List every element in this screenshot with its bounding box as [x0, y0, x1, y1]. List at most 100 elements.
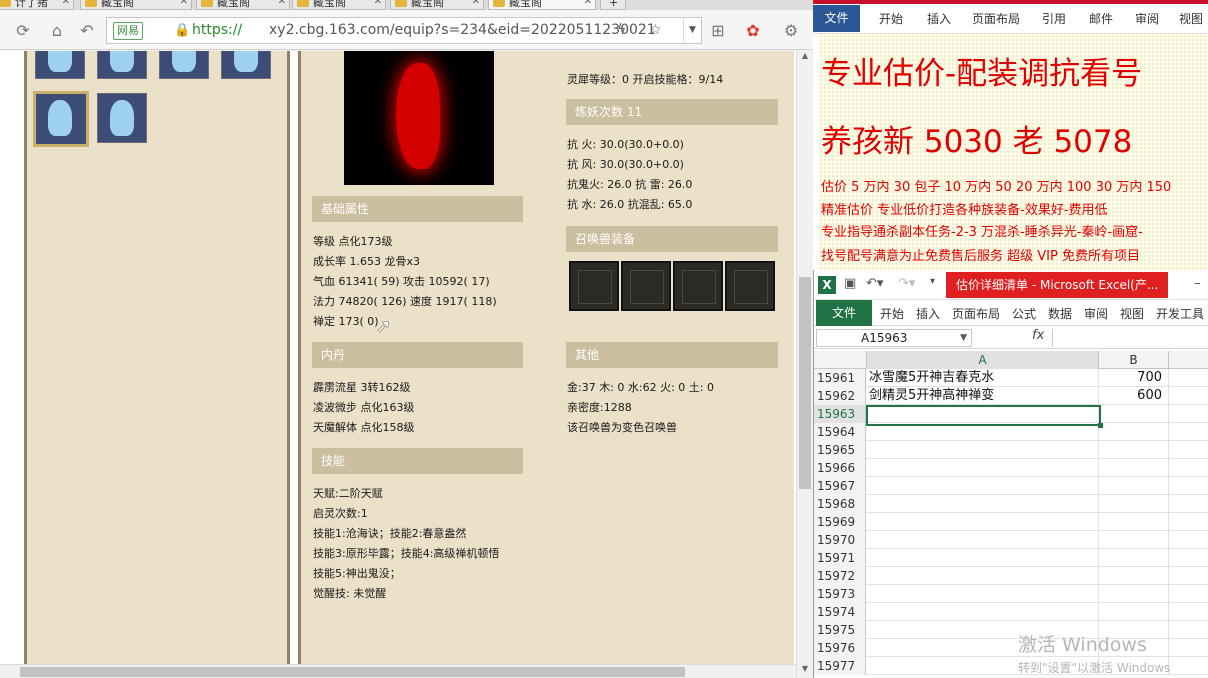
- browser-tab[interactable]: 藏宝阁 ✕: [196, 0, 290, 10]
- redo-icon[interactable]: ↷▾: [898, 276, 915, 291]
- excel-tab-data[interactable]: 数据: [1048, 305, 1072, 322]
- excel-tab-home[interactable]: 开始: [880, 305, 904, 322]
- cell-a[interactable]: [867, 549, 1099, 567]
- save-icon[interactable]: ▣: [844, 276, 856, 291]
- tools-icon[interactable]: ⚙: [780, 20, 802, 42]
- grid-icon[interactable]: ⊞: [707, 20, 729, 42]
- dropdown-icon[interactable]: ▼: [683, 18, 701, 43]
- close-icon[interactable]: ✕: [472, 0, 480, 8]
- row-number[interactable]: 15976: [814, 639, 866, 657]
- cell-a[interactable]: [867, 459, 1099, 477]
- security-badge[interactable]: 网易: [113, 22, 143, 40]
- formula-input[interactable]: [1052, 329, 1208, 347]
- word-tab-insert[interactable]: 插入: [927, 10, 951, 27]
- home-icon[interactable]: ⌂: [46, 20, 68, 42]
- cell-a[interactable]: [867, 585, 1099, 603]
- row-number[interactable]: 15966: [814, 459, 866, 477]
- cell-b[interactable]: [1099, 477, 1169, 495]
- new-tab-button[interactable]: +: [600, 0, 626, 10]
- horizontal-scrollbar[interactable]: [0, 664, 796, 678]
- row-number[interactable]: 15967: [814, 477, 866, 495]
- pet-equip-slot[interactable]: [569, 261, 619, 311]
- row-number[interactable]: 15977: [814, 657, 866, 675]
- cell-a[interactable]: [867, 567, 1099, 585]
- close-icon[interactable]: ✕: [278, 0, 286, 8]
- cell-b[interactable]: [1099, 531, 1169, 549]
- row-number[interactable]: 15964: [814, 423, 866, 441]
- browser-tab[interactable]: 藏宝阁 ✕: [390, 0, 484, 10]
- close-icon[interactable]: ✕: [62, 0, 70, 8]
- active-cell-selection[interactable]: [866, 405, 1103, 428]
- cell-a[interactable]: [867, 477, 1099, 495]
- row-number[interactable]: 15973: [814, 585, 866, 603]
- row-number[interactable]: 15961: [814, 369, 866, 387]
- vertical-scrollbar[interactable]: ▲ ▼: [796, 51, 813, 678]
- name-box[interactable]: A15963 ▼: [816, 329, 972, 347]
- excel-tab-file[interactable]: 文件: [816, 300, 872, 326]
- row-number[interactable]: 15968: [814, 495, 866, 513]
- cell-b[interactable]: [1099, 405, 1169, 423]
- word-tab-home[interactable]: 开始: [879, 10, 903, 27]
- cell-b[interactable]: [1099, 459, 1169, 477]
- cell-a[interactable]: [867, 603, 1099, 621]
- word-tab-references[interactable]: 引用: [1042, 10, 1066, 27]
- pet-equip-slot[interactable]: [673, 261, 723, 311]
- scroll-up-icon[interactable]: ▲: [797, 51, 813, 65]
- customize-icon[interactable]: ▾: [930, 276, 935, 287]
- pet-thumbnail[interactable]: [159, 51, 209, 79]
- back-icon[interactable]: ↶: [76, 20, 98, 42]
- close-icon[interactable]: ✕: [180, 0, 188, 8]
- url-bar[interactable]: 网易 🔒 https:// xy2.cbg.163.com/equip?s=23…: [106, 17, 702, 44]
- cell-b[interactable]: [1099, 423, 1169, 441]
- cell-a[interactable]: 剑精灵5开神高神禅变: [867, 387, 1099, 405]
- cell-b[interactable]: [1099, 567, 1169, 585]
- scroll-down-icon[interactable]: ▼: [797, 664, 813, 678]
- browser-tab[interactable]: 藏宝阁 ✕: [292, 0, 386, 10]
- row-number[interactable]: 15974: [814, 603, 866, 621]
- cell-b[interactable]: [1099, 603, 1169, 621]
- game-icon[interactable]: ✿: [742, 20, 764, 42]
- browser-tab-active[interactable]: 藏宝阁 ✕: [488, 0, 596, 10]
- row-number[interactable]: 15963: [814, 405, 866, 423]
- pet-thumbnail[interactable]: [97, 51, 147, 79]
- pet-thumbnail[interactable]: [35, 51, 85, 79]
- word-tab-layout[interactable]: 页面布局: [972, 10, 1020, 27]
- row-number[interactable]: 15970: [814, 531, 866, 549]
- fx-icon[interactable]: fx: [1032, 328, 1044, 343]
- row-number[interactable]: 15975: [814, 621, 866, 639]
- word-tab-file[interactable]: 文件: [813, 5, 860, 32]
- excel-tab-review[interactable]: 审阅: [1084, 305, 1108, 322]
- browser-tab[interactable]: 藏宝阁 ✕: [80, 0, 192, 10]
- cell-b[interactable]: [1099, 495, 1169, 513]
- excel-tab-developer[interactable]: 开发工具: [1156, 305, 1204, 322]
- word-tab-view[interactable]: 视图: [1179, 10, 1203, 27]
- scrollbar-thumb[interactable]: [20, 667, 685, 677]
- pet-thumbnail[interactable]: [221, 51, 271, 79]
- cell-b[interactable]: [1099, 549, 1169, 567]
- row-number[interactable]: 15972: [814, 567, 866, 585]
- close-icon[interactable]: ✕: [584, 0, 592, 8]
- undo-icon[interactable]: ↶▾: [866, 276, 883, 291]
- cell-a[interactable]: [867, 495, 1099, 513]
- column-header-b[interactable]: B: [1099, 351, 1169, 369]
- cell-a[interactable]: [867, 531, 1099, 549]
- select-all-corner[interactable]: [814, 351, 867, 369]
- pet-thumbnail[interactable]: [97, 93, 147, 143]
- excel-tab-view[interactable]: 视图: [1120, 305, 1144, 322]
- close-icon[interactable]: ✕: [374, 0, 382, 8]
- word-document[interactable]: 专业估价-配装调抗看号 养孩新 5030 老 5078 估价 5 万内 30 包…: [819, 34, 1208, 270]
- cell-b[interactable]: [1099, 585, 1169, 603]
- row-number[interactable]: 15971: [814, 549, 866, 567]
- star-icon[interactable]: ☆: [649, 18, 662, 43]
- excel-tab-insert[interactable]: 插入: [916, 305, 940, 322]
- pet-equip-slot[interactable]: [725, 261, 775, 311]
- dropdown-icon[interactable]: ▼: [960, 330, 967, 346]
- scrollbar-thumb[interactable]: [799, 277, 811, 489]
- cell-a[interactable]: 冰雪魔5开神吉春克水: [867, 369, 1099, 387]
- cell-b[interactable]: [1099, 513, 1169, 531]
- cell-b[interactable]: [1099, 441, 1169, 459]
- minimize-icon[interactable]: –: [1194, 276, 1201, 291]
- bolt-icon[interactable]: ϟ: [617, 18, 626, 43]
- browser-tab[interactable]: 计了猪 ✕: [0, 0, 74, 10]
- refresh-icon[interactable]: ⟳: [12, 20, 34, 42]
